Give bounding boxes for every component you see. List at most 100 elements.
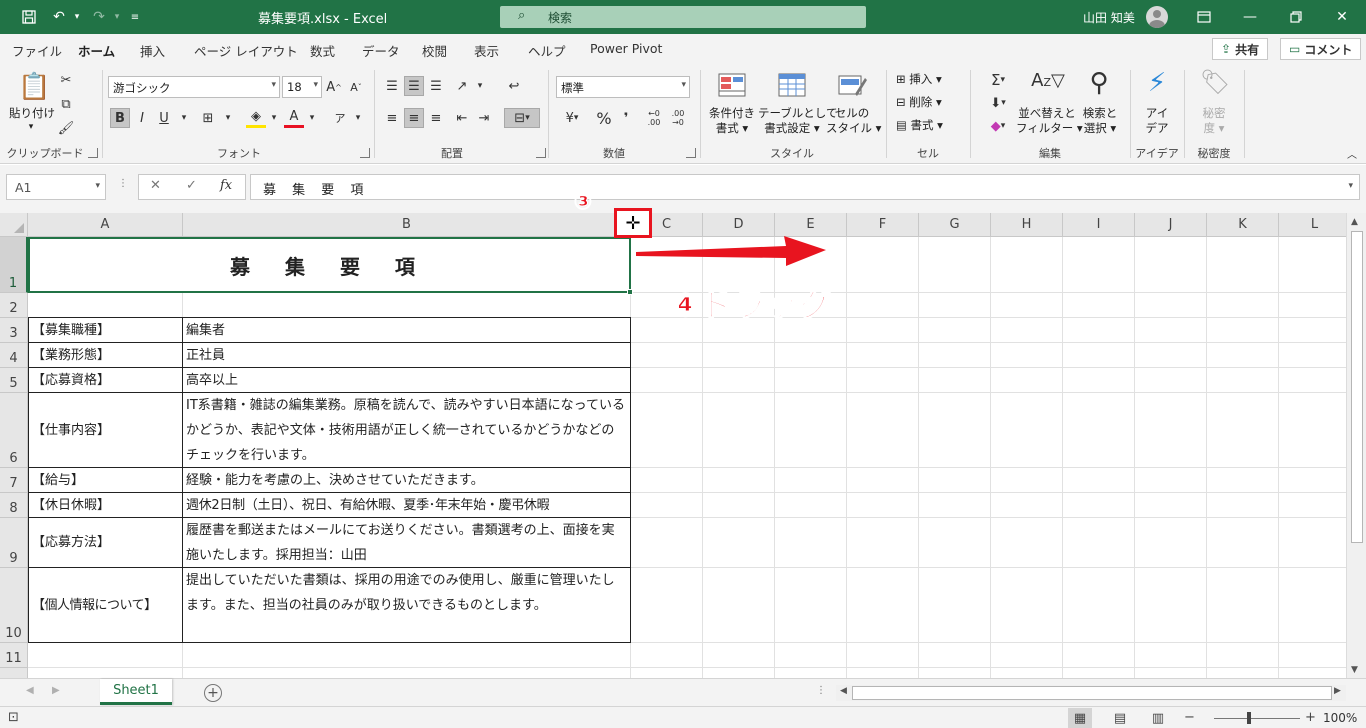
decrease-indent-icon[interactable]: ⇤ [452,108,472,128]
font-color-dropdown-icon[interactable]: ▾ [302,108,322,128]
column-header-l[interactable]: L [1279,213,1346,237]
formula-input[interactable]: 募 集 要 項 ▾ [250,174,1360,200]
ideas-icon[interactable]: ⚡ [1142,68,1172,98]
find-select-icon[interactable]: ⚲ [1084,68,1114,98]
enter-icon[interactable]: ✓ [186,178,197,193]
expand-formula-icon[interactable]: ▾ [1348,181,1353,191]
row-header-1[interactable]: 1 [0,237,28,293]
fill-color-icon[interactable]: ◈ [246,108,266,128]
sheet-tab-sheet1[interactable]: Sheet1 [100,679,172,705]
paste-dropdown-icon[interactable]: ▾ [26,120,36,135]
fill-handle[interactable] [627,289,633,295]
scroll-left-icon[interactable]: ◀ [840,686,847,696]
cancel-icon[interactable]: ✕ [150,178,161,193]
zoom-out-icon[interactable]: − [1184,710,1195,725]
wrap-text-icon[interactable]: ↩ [504,76,524,96]
cell-styles-icon[interactable] [836,72,868,102]
align-bottom-icon[interactable]: ☰ [426,76,446,96]
format-as-table-icon[interactable] [776,72,808,102]
cell-a10[interactable]: 【個人情報について】 [29,568,183,643]
sensitivity-label-2[interactable]: 度 ▾ [1192,121,1236,136]
collapse-ribbon-icon[interactable]: ︿ [1344,146,1360,161]
number-launcher-icon[interactable]: . [686,148,696,158]
format-as-table-label[interactable]: テーブルとして [758,106,837,121]
user-name[interactable]: 山田 知美 [1083,9,1135,26]
cell-b9[interactable]: 履歴書を郵送またはメールにてお送りください。書類選考の上、面接を実施いたします。… [183,518,631,568]
underline-dropdown-icon[interactable]: ▾ [174,108,194,128]
page-layout-view-icon[interactable]: ▤ [1108,708,1132,728]
row-header-6[interactable]: 6 [0,393,28,468]
name-box[interactable]: A1 ▾ [6,174,106,200]
find-select-label-2[interactable]: 選択 ▾ [1076,121,1124,136]
cut-icon[interactable]: ✂ [56,70,76,90]
cell-styles-label[interactable]: セルの [826,106,878,121]
zoom-level[interactable]: 100% [1323,711,1357,725]
cell-a9[interactable]: 【応募方法】 [29,518,183,568]
page-break-view-icon[interactable]: ▥ [1146,708,1170,728]
row-header-5[interactable]: 5 [0,368,28,393]
avatar[interactable] [1146,6,1168,28]
add-sheet-icon[interactable]: + [204,684,222,702]
horizontal-scrollbar[interactable]: ◀ ▶ [836,685,1346,701]
ribbon-display-icon[interactable] [1192,5,1216,29]
cell-a4[interactable]: 【業務形態】 [29,343,183,368]
phonetic-icon[interactable]: ア [330,108,350,128]
format-cells-button[interactable]: ▤ 書式 ▾ [896,118,962,133]
borders-icon[interactable]: ⊞ [198,108,218,128]
zoom-in-icon[interactable]: + [1305,710,1316,725]
macro-record-icon[interactable]: ⊡ [8,710,19,725]
font-launcher-icon[interactable]: . [360,148,370,158]
column-header-b[interactable]: B [183,213,631,237]
row-header-12[interactable] [0,668,28,678]
decrease-decimal-button[interactable]: .00 →0 [668,108,688,128]
font-name-combo[interactable]: 游ゴシック ▾ [108,76,280,98]
tab-review[interactable]: 校閲 [422,41,447,60]
column-header-g[interactable]: G [919,213,991,237]
delete-cells-button[interactable]: ⊟ 削除 ▾ [896,95,962,110]
font-size-combo[interactable]: 18 ▾ [282,76,322,98]
increase-indent-icon[interactable]: ⇥ [474,108,494,128]
underline-button[interactable]: U [154,108,174,128]
cell-styles-label-2[interactable]: スタイル ▾ [826,121,881,136]
align-center-icon[interactable]: ≡ [404,108,424,128]
align-top-icon[interactable]: ☰ [382,76,402,96]
borders-dropdown-icon[interactable]: ▾ [218,108,238,128]
tab-formulas[interactable]: 数式 [310,41,335,60]
tab-help[interactable]: ヘルプ [528,41,566,60]
insert-cells-button[interactable]: ⊞ 挿入 ▾ [896,72,962,87]
fill-color-dropdown-icon[interactable]: ▾ [264,108,284,128]
find-select-label[interactable]: 検索と [1076,106,1124,121]
increase-decimal-button[interactable]: ←0 .00 [644,108,664,128]
tab-page-layout[interactable]: ページ レイアウト [194,41,298,60]
cell-a1-b1-merged[interactable]: 募 集 要 項 [28,237,633,295]
scroll-down-icon[interactable]: ▼ [1351,665,1358,675]
cell-a5[interactable]: 【応募資格】 [29,368,183,393]
sort-filter-icon[interactable]: AZ▽ [1030,70,1066,91]
row-header-2[interactable]: 2 [0,293,28,318]
column-header-h[interactable]: H [991,213,1063,237]
zoom-slider-track[interactable] [1214,718,1300,719]
select-all-button[interactable] [0,213,28,237]
paste-label[interactable]: 貼り付け [8,106,56,121]
cell-b10[interactable]: 提出していただいた書類は、採用の用途でのみ使用し、厳重に管理いたします。また、担… [183,568,631,643]
prev-sheet-icon[interactable]: ◀ [26,685,34,696]
conditional-format-label-2[interactable]: 書式 ▾ [704,121,760,136]
search-box[interactable]: ⌕ 検索 [500,6,866,28]
column-header-a[interactable]: A [28,213,183,237]
format-painter-icon[interactable]: 🖌 [56,118,76,138]
align-right-icon[interactable]: ≡ [426,108,446,128]
bold-button[interactable]: B [110,108,130,128]
comma-button[interactable]: ❜ [616,108,636,128]
row-header-10[interactable]: 10 [0,568,28,643]
cell-a3[interactable]: 【募集職種】 [29,318,183,343]
number-format-combo[interactable]: 標準 ▾ [556,76,690,98]
sort-filter-label[interactable]: 並べ替えと [1016,106,1078,121]
cell-b8[interactable]: 週休2日制（土日）、祝日、有給休暇、夏季･年末年始・慶弔休暇 [183,493,631,518]
vertical-scroll-thumb[interactable] [1351,231,1363,543]
conditional-format-icon[interactable] [716,72,748,102]
percent-button[interactable]: % [594,108,614,128]
font-color-icon[interactable]: A [284,108,304,128]
horizontal-scroll-thumb[interactable] [852,686,1332,700]
tab-file[interactable]: ファイル [12,41,62,60]
orientation-dropdown-icon[interactable]: ▾ [470,76,490,96]
